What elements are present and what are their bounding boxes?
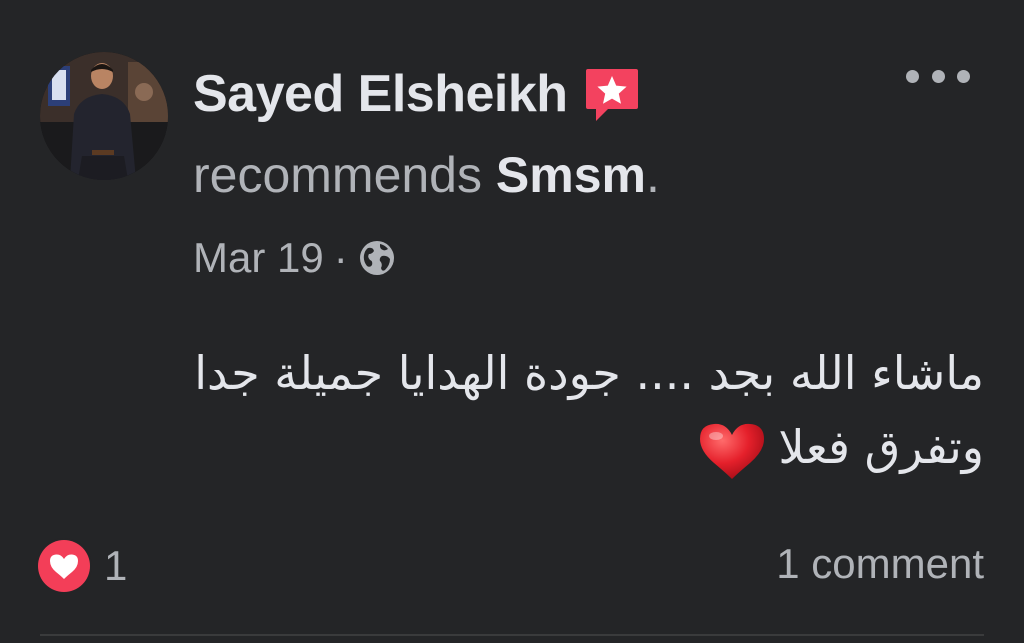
recommends-text: recommends <box>193 147 496 203</box>
author-row: Sayed Elsheikh <box>193 62 640 126</box>
post-text-line-2: وتفرق فعلا <box>84 410 984 484</box>
more-dot <box>906 69 919 83</box>
divider <box>40 634 984 636</box>
post-date[interactable]: Mar 19 <box>193 234 324 282</box>
page-name-link[interactable]: Smsm <box>496 147 646 203</box>
love-reaction-icon <box>38 540 90 592</box>
post-text-line-2-text: وتفرق فعلا <box>778 420 984 474</box>
avatar-photo <box>40 52 168 180</box>
post-body: ماشاء الله بجد .... جودة الهدايا جميلة ج… <box>84 336 984 484</box>
more-dot <box>931 69 945 83</box>
recommendation-star-badge-icon <box>585 69 638 121</box>
recommendation-post: Sayed Elsheikh recommends Smsm. Mar 19 ·… <box>0 0 1024 643</box>
comments-count-link[interactable]: 1 comment <box>776 540 984 588</box>
reaction-count: 1 <box>104 542 128 589</box>
author-name[interactable]: Sayed Elsheikh <box>193 64 568 124</box>
more-options-button[interactable] <box>906 58 970 94</box>
post-text-line-1: ماشاء الله بجد .... جودة الهدايا جميلة ج… <box>194 346 984 400</box>
recommendation-line: recommends Smsm. <box>193 146 660 204</box>
recommendation-suffix: . <box>645 147 660 203</box>
heart-emoji-icon <box>700 423 765 479</box>
meta-separator: · <box>333 234 348 281</box>
globe-icon[interactable] <box>358 239 396 277</box>
more-dot <box>957 69 970 83</box>
author-avatar[interactable] <box>40 52 168 180</box>
reactions-summary[interactable]: 1 <box>38 538 127 594</box>
post-meta: Mar 19 · <box>193 232 396 284</box>
